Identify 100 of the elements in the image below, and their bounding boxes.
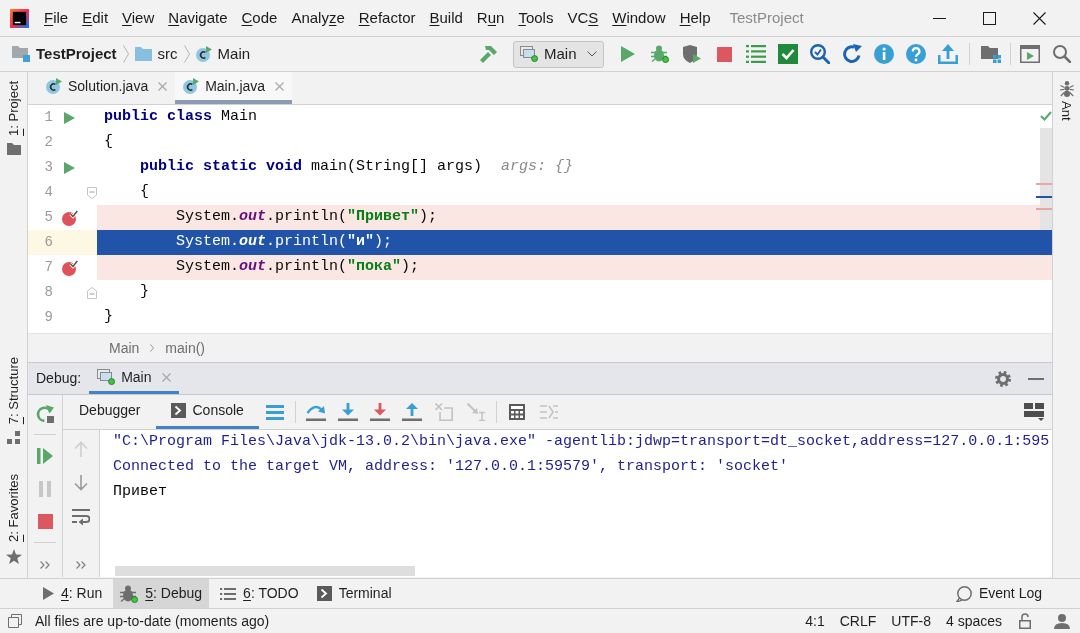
menu-item[interactable]: Analyze <box>284 4 352 32</box>
tool-window-button[interactable]: Ant <box>1056 81 1077 121</box>
breadcrumb-item[interactable]: Main <box>217 42 251 66</box>
info-icon[interactable] <box>874 44 894 64</box>
gear-icon[interactable] <box>994 369 1012 388</box>
curved-arrow-icon[interactable] <box>305 403 326 421</box>
tool-window-button[interactable]: 4: Run <box>36 579 110 608</box>
magnifier-check-icon[interactable] <box>810 44 830 64</box>
horizontal-scrollbar[interactable] <box>115 566 415 576</box>
status-indicator[interactable]: CRLF <box>839 610 877 632</box>
class-file-icon[interactable] <box>46 78 62 94</box>
refresh-icon[interactable] <box>842 44 862 64</box>
speech-bubble-icon <box>955 585 972 602</box>
menu-item[interactable]: Edit <box>75 4 116 32</box>
menu-item[interactable]: Code <box>234 4 285 32</box>
circular-arrow-icon[interactable] <box>36 404 54 423</box>
tool-window-button[interactable]: 1: Project <box>3 81 24 155</box>
line-number: 1 <box>43 108 53 127</box>
fold-marker-icon[interactable] <box>87 286 97 299</box>
overlapping-squares-icon[interactable] <box>8 614 22 628</box>
editor-tab[interactable]: Main.java <box>175 72 293 104</box>
code-line: { <box>140 182 149 203</box>
shield-play-icon[interactable] <box>683 45 701 63</box>
app-logo-icon[interactable] <box>10 8 29 28</box>
menu-item[interactable]: Run <box>469 4 512 32</box>
menu-item[interactable]: VCS <box>560 4 606 32</box>
arrow-up-line-icon[interactable] <box>401 403 422 421</box>
bug-icon[interactable] <box>651 45 669 63</box>
stop-icon[interactable] <box>716 46 732 62</box>
stop-icon[interactable] <box>37 514 53 529</box>
double-chevron-icon[interactable] <box>40 561 50 569</box>
status-indicator[interactable]: 4 spaces <box>945 610 1002 632</box>
run-icon[interactable] <box>64 111 75 124</box>
window-stack-icon <box>97 369 116 385</box>
maximize-icon[interactable] <box>983 11 996 25</box>
stripe-marker-icon[interactable] <box>1036 183 1052 185</box>
tool-window-button[interactable]: 2: Favorites <box>3 474 24 564</box>
status-indicator[interactable]: UTF-8 <box>891 610 931 632</box>
arrow-down-line-icon[interactable] <box>369 403 390 421</box>
menu-item[interactable]: Window <box>605 4 673 32</box>
breakpoint-icon[interactable] <box>61 209 78 226</box>
breakpoint-icon[interactable] <box>61 259 78 276</box>
minimize-icon[interactable] <box>933 17 946 19</box>
fold-marker-icon[interactable] <box>87 186 97 199</box>
class-file-icon <box>195 46 212 62</box>
tool-window-button[interactable]: 7: Structure <box>3 356 24 445</box>
run-configuration-dropdown[interactable]: Main <box>513 40 604 68</box>
wrap-icon[interactable] <box>72 508 90 526</box>
bar-play-icon[interactable] <box>37 447 53 464</box>
tool-window-button[interactable]: 6: TODO <box>213 579 306 608</box>
terminal-icon[interactable] <box>316 586 332 601</box>
menu-item[interactable]: Build <box>422 4 470 32</box>
menu-item[interactable]: Help <box>672 4 718 32</box>
class-file-icon[interactable] <box>183 78 200 94</box>
lines-icon[interactable] <box>265 404 284 420</box>
arrow-down-icon[interactable] <box>74 475 88 491</box>
code-line: { <box>104 132 113 153</box>
inlay-hint: args: {} <box>501 157 574 178</box>
menu-item[interactable]: View <box>115 4 162 32</box>
scrollbar-thumb[interactable] <box>1040 128 1052 230</box>
lock-icon[interactable] <box>1019 613 1031 629</box>
user-icon[interactable] <box>1054 613 1070 629</box>
tool-window-button[interactable]: Terminal <box>309 579 399 608</box>
window-play-icon[interactable] <box>1020 45 1040 63</box>
checked-square-icon[interactable] <box>778 44 798 64</box>
debug-session-tab[interactable]: Main <box>89 363 179 394</box>
folder-grid-icon[interactable] <box>981 45 1001 63</box>
stripe-marker-icon[interactable] <box>1036 195 1052 198</box>
event-log-button[interactable]: Event Log <box>955 579 1042 608</box>
search-icon[interactable] <box>1053 45 1071 63</box>
upload-icon[interactable] <box>938 44 958 64</box>
line-number: 8 <box>43 283 53 302</box>
bug-icon[interactable] <box>120 584 139 603</box>
menu-item[interactable]: Tools <box>511 4 561 32</box>
star-icon <box>5 549 22 564</box>
run-icon[interactable] <box>64 161 75 174</box>
menu-item[interactable]: Refactor <box>351 4 423 32</box>
calculator-icon[interactable] <box>508 404 525 420</box>
help-icon[interactable] <box>906 44 926 64</box>
debug-view-tab[interactable]: Debugger <box>64 395 156 429</box>
menu-item[interactable]: File <box>37 4 76 32</box>
line-number: 3 <box>43 158 53 177</box>
close-icon[interactable] <box>1033 11 1046 25</box>
list-icon[interactable] <box>220 587 237 600</box>
breadcrumb-item[interactable]: TestProject <box>36 42 117 66</box>
status-indicator[interactable]: 4:1 <box>805 610 825 632</box>
double-chevron-icon[interactable] <box>76 561 86 569</box>
list-icon[interactable] <box>746 45 766 63</box>
tool-window-button[interactable]: 5: Debug <box>113 579 210 608</box>
window-title: TestProject <box>729 7 804 28</box>
play-icon[interactable] <box>43 587 54 600</box>
menu-item[interactable]: Navigate <box>161 4 235 32</box>
breadcrumb-item[interactable]: src <box>157 42 178 66</box>
arrow-down-line-icon[interactable] <box>337 403 358 421</box>
hammer-icon[interactable] <box>480 45 498 63</box>
breadcrumb-item[interactable]: Main <box>109 337 140 359</box>
breadcrumb-item[interactable]: main() <box>165 337 206 359</box>
layout-icon[interactable] <box>1024 403 1044 421</box>
play-icon[interactable] <box>621 46 635 62</box>
editor-tab[interactable]: Solution.java <box>38 72 176 104</box>
